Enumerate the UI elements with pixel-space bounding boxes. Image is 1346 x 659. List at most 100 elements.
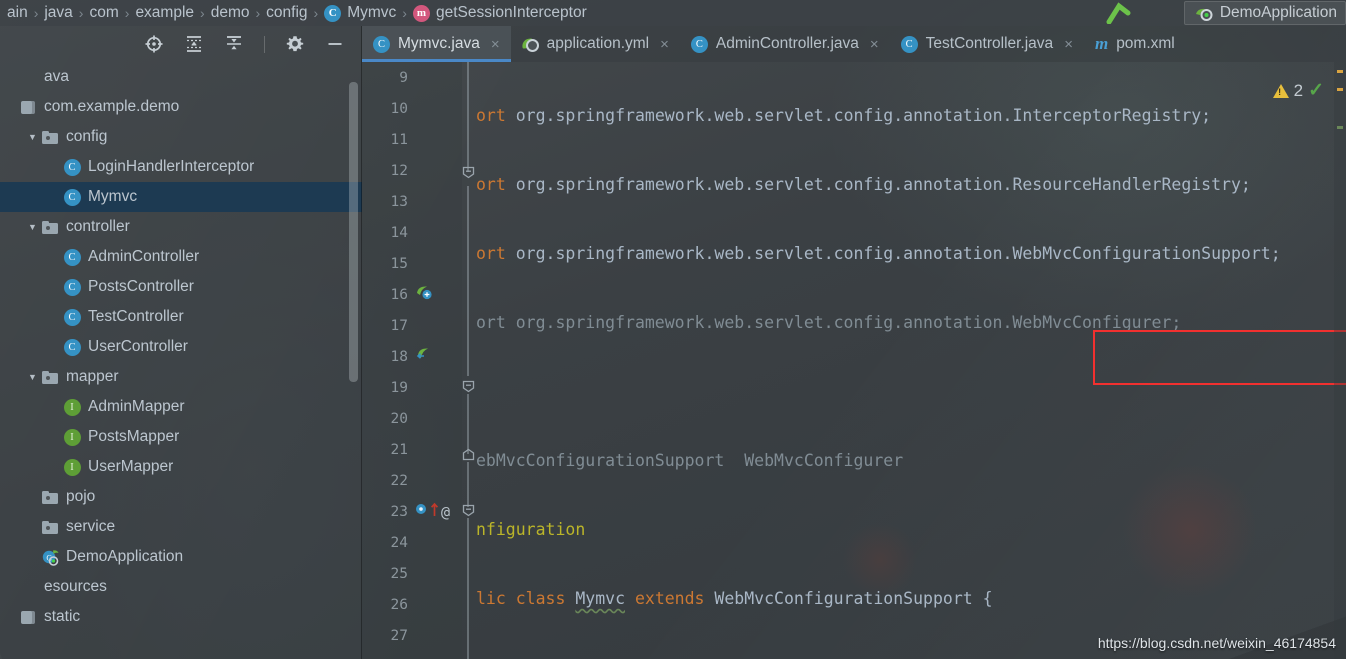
gutter-line: 18 (362, 341, 462, 372)
marker-stripe[interactable] (1334, 62, 1346, 659)
tree-item-label: com.example.demo (44, 98, 180, 115)
tree-item-label: UserController (88, 338, 188, 355)
tree-item-testcontroller[interactable]: C TestController (0, 302, 362, 332)
line-number: 17 (390, 317, 408, 334)
breadcrumb-label: example (135, 4, 195, 21)
inspection-widget[interactable]: 2 ✓ (1272, 79, 1324, 102)
collapse-all-icon[interactable] (223, 33, 245, 55)
breadcrumb-item-getsessioninterceptor[interactable]: m getSessionInterceptor (408, 4, 592, 22)
close-icon[interactable]: × (660, 36, 669, 53)
gutter-line: 11 (362, 124, 462, 155)
breadcrumb-label: java (44, 4, 73, 21)
warning-count: 2 (1293, 80, 1304, 100)
spring-bean-icon[interactable] (415, 346, 434, 368)
gutter-icons (408, 346, 462, 368)
tree-item-static[interactable]: static (0, 602, 362, 632)
tree-item-admincontroller[interactable]: C AdminController (0, 242, 362, 272)
chevron-down-icon[interactable]: ▼ (26, 372, 39, 382)
tree-item-mymvc[interactable]: C Mymvc (0, 182, 362, 212)
tree-item-usermapper[interactable]: I UserMapper (0, 452, 362, 482)
gutter-line: 9 (362, 62, 462, 93)
run-arrow-icon (1106, 2, 1131, 24)
gutter-line: 15 (362, 248, 462, 279)
gear-icon[interactable] (284, 33, 306, 55)
close-icon[interactable]: × (870, 36, 879, 53)
chevron-down-icon[interactable]: ▼ (26, 132, 39, 142)
breadcrumb-label: config (266, 4, 308, 21)
close-icon[interactable]: × (491, 36, 500, 53)
tree-item-demoapplication[interactable]: C DemoApplication (0, 542, 362, 572)
locate-in-tree-icon[interactable] (143, 33, 165, 55)
tree-item-service[interactable]: service (0, 512, 362, 542)
line-number: 23 (390, 503, 408, 520)
tree-item-ava[interactable]: ava (0, 62, 362, 92)
line-number: 26 (390, 596, 408, 613)
warning-triangle-icon (1272, 83, 1289, 98)
close-icon[interactable]: × (1064, 36, 1073, 53)
chevron-down-icon[interactable]: ▼ (26, 222, 39, 232)
tree-item-esources[interactable]: esources (0, 572, 362, 602)
line-number: 22 (390, 472, 408, 489)
breadcrumb-separator: › (313, 5, 319, 21)
line-number: 10 (390, 100, 408, 117)
tree-item-postscontroller[interactable]: C PostsController (0, 272, 362, 302)
breadcrumb-item-ain[interactable]: ain (2, 4, 33, 22)
tree-item-com-example-demo[interactable]: com.example.demo (0, 92, 362, 122)
gutter-line: 10 (362, 93, 462, 124)
breadcrumb-item-mymvc[interactable]: C Mymvc (319, 4, 401, 22)
line-number: 24 (390, 534, 408, 551)
tree-item-label: mapper (66, 368, 119, 385)
breadcrumb-item-demo[interactable]: demo (206, 4, 255, 22)
fold-method2-icon[interactable] (462, 504, 475, 517)
tree-item-adminmapper[interactable]: I AdminMapper (0, 392, 362, 422)
expand-all-icon[interactable] (183, 33, 205, 55)
tree-item-usercontroller[interactable]: C UserController (0, 332, 362, 362)
tree-item-postsmapper[interactable]: I PostsMapper (0, 422, 362, 452)
gutter-line: 12 (362, 155, 462, 186)
editor-tab-pom-xml[interactable]: m pom.xml (1084, 26, 1186, 62)
class-icon: C (61, 248, 83, 266)
editor-tab-admincontroller-java[interactable]: C AdminController.java × (680, 26, 890, 62)
override-arrow-icon[interactable] (430, 502, 439, 522)
breadcrumb-separator: › (124, 5, 130, 21)
ide-window: ain › java › com › example › demo › conf… (0, 0, 1346, 659)
code-text[interactable]: ort org.springframework.web.servlet.conf… (476, 62, 1346, 659)
fold-end-icon[interactable] (462, 448, 475, 461)
tree-item-config[interactable]: ▼ config (0, 122, 362, 152)
breadcrumb-separator: › (33, 5, 39, 21)
method-badge-icon: m (412, 4, 430, 22)
run-configuration-label: DemoApplication (1219, 4, 1337, 21)
fold-collapse-icon[interactable] (462, 166, 475, 179)
code-editor[interactable]: 9 10 11 12 13 14 15 16 17 18 19 20 21 22 23 @24 25 26 27 (362, 62, 1346, 659)
breadcrumb-item-example[interactable]: example (130, 4, 199, 22)
class-icon: C (61, 188, 83, 206)
sidebar-scrollbar[interactable] (349, 82, 358, 382)
fold-method-icon[interactable] (462, 380, 475, 393)
run-configuration-selector[interactable]: DemoApplication (1183, 1, 1346, 25)
gutter-line: 24 (362, 527, 462, 558)
code-line-16: lic class Mymvc extends WebMvcConfigurat… (476, 589, 993, 608)
breadcrumb-item-com[interactable]: com (84, 4, 123, 22)
tree-item-pojo[interactable]: pojo (0, 482, 362, 512)
class-icon: C (61, 278, 83, 296)
breadcrumb-item-config[interactable]: config (261, 4, 312, 22)
gutter-icons: @ (408, 502, 462, 522)
gutter-line: 14 (362, 217, 462, 248)
toolbar-divider (264, 35, 265, 53)
editor-tab-bar: C Mymvc.java × application.yml × C AdminContro… (362, 26, 1346, 62)
breadcrumb-item-java[interactable]: java (39, 4, 77, 22)
tree-item-controller[interactable]: ▼ controller (0, 212, 362, 242)
tree-item-mapper[interactable]: ▼ mapper (0, 362, 362, 392)
spring-bean-icon[interactable] (415, 284, 434, 306)
gutter-icons (408, 284, 462, 306)
hide-icon[interactable] (324, 33, 346, 55)
breadcrumb-label: Mymvc (347, 4, 397, 21)
code-line-10: ort org.springframework.web.servlet.conf… (476, 175, 1251, 194)
editor-tab-application-yml[interactable]: application.yml × (511, 26, 680, 62)
editor-tab-testcontroller-java[interactable]: C TestController.java × (890, 26, 1084, 62)
implementing-method-icon[interactable] (415, 502, 428, 522)
editor-tab-mymvc-java[interactable]: C Mymvc.java × (362, 26, 511, 62)
editor-gutter[interactable]: 9 10 11 12 13 14 15 16 17 18 19 20 21 22 23 @24 25 26 27 (362, 62, 462, 659)
tree-item-loginhandlerinterceptor[interactable]: C LoginHandlerInterceptor (0, 152, 362, 182)
tree-item-label: static (44, 608, 81, 625)
